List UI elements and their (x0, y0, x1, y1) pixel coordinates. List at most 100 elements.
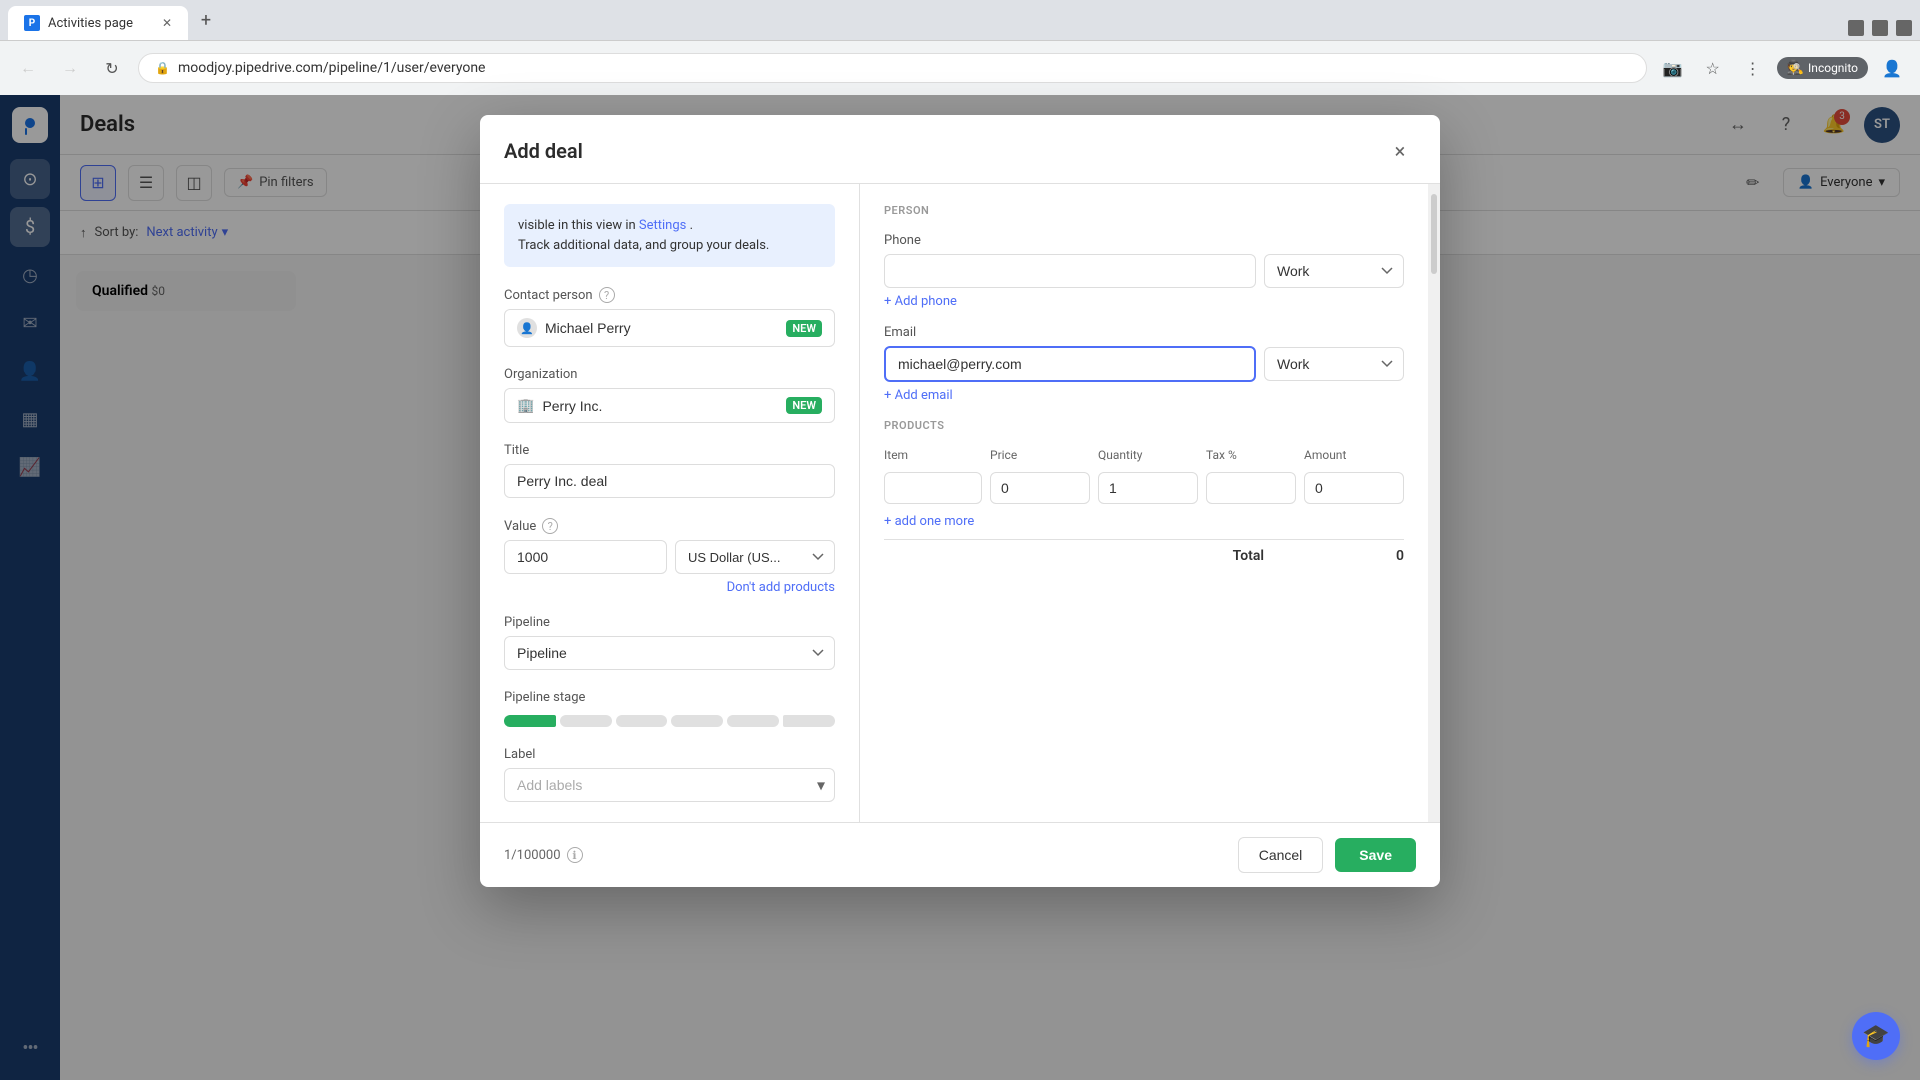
phone-row: Work (884, 254, 1404, 288)
graduation-cap-icon: 🎓 (1862, 1024, 1889, 1049)
stage-dot-6[interactable] (783, 715, 835, 727)
maximize-btn[interactable] (1872, 20, 1888, 36)
title-label: Title (504, 443, 835, 458)
url-text: moodjoy.pipedrive.com/pipeline/1/user/ev… (178, 60, 1630, 76)
value-row: US Dollar (US... (504, 540, 835, 574)
pipeline-stage-bar[interactable] (504, 715, 835, 727)
stage-dot-5[interactable] (727, 715, 779, 727)
modal-close-btn[interactable]: × (1384, 135, 1416, 167)
person-avatar-icon: 👤 (517, 318, 537, 338)
label-select[interactable]: Add labels (504, 768, 835, 802)
modal-overlay: Add deal × visible in this view in Setti… (0, 95, 1920, 1080)
stage-dot-4[interactable] (671, 715, 723, 727)
toolbar-actions: 📷 ☆ ⋮ 🕵 Incognito 👤 (1657, 52, 1908, 84)
product-quantity-input[interactable] (1098, 472, 1198, 504)
scrollbar-thumb (1431, 194, 1437, 274)
browser-menu-icon[interactable]: ⋮ (1737, 52, 1769, 84)
settings-link[interactable]: Settings (639, 218, 686, 233)
browser-tab-active[interactable]: P Activities page ✕ (8, 6, 188, 40)
modal-left-panel: visible in this view in Settings . Track… (480, 184, 860, 822)
currency-select[interactable]: US Dollar (US... (675, 540, 835, 574)
refresh-btn[interactable]: ↻ (96, 52, 128, 84)
email-group: Email Work + Add email (884, 325, 1404, 403)
email-type-select[interactable]: Work (1264, 347, 1404, 381)
total-label: Total (1233, 548, 1264, 564)
save-button[interactable]: Save (1335, 838, 1416, 872)
contact-person-input[interactable]: 👤 NEW (504, 309, 835, 347)
phone-type-select[interactable]: Work (1264, 254, 1404, 288)
col-tax: Tax % (1206, 448, 1296, 462)
contact-person-field[interactable] (545, 320, 778, 336)
product-tax-input[interactable] (1206, 472, 1296, 504)
email-input[interactable] (884, 346, 1256, 382)
address-bar[interactable]: 🔒 moodjoy.pipedrive.com/pipeline/1/user/… (138, 53, 1647, 83)
col-quantity: Quantity (1098, 448, 1198, 462)
counter-text: 1/100000 ℹ (504, 847, 583, 863)
organization-group: Organization 🏢 NEW (504, 367, 835, 423)
title-input[interactable] (504, 464, 835, 498)
profile-icon[interactable]: 👤 (1876, 52, 1908, 84)
org-new-badge: NEW (786, 397, 822, 414)
lock-icon: 🔒 (155, 61, 170, 75)
right-panel-scrollbar[interactable] (1428, 184, 1440, 822)
col-amount: Amount (1304, 448, 1404, 462)
contact-person-group: Contact person ? 👤 NEW (504, 287, 835, 347)
pipeline-select[interactable]: Pipeline (504, 636, 835, 670)
contact-help-icon[interactable]: ? (599, 287, 615, 303)
person-section-label: PERSON (884, 204, 1404, 217)
phone-input[interactable] (884, 254, 1256, 288)
modal-footer: 1/100000 ℹ Cancel Save (480, 822, 1440, 887)
stage-dot-1[interactable] (504, 715, 556, 727)
total-row: Total 0 (884, 539, 1404, 564)
phone-label: Phone (884, 233, 1404, 248)
dont-add-products-link[interactable]: Don't add products (727, 580, 835, 595)
close-window-btn[interactable] (1896, 20, 1912, 36)
star-icon[interactable]: ☆ (1697, 52, 1729, 84)
pipeline-stage-group: Pipeline stage (504, 690, 835, 727)
stage-dot-2[interactable] (560, 715, 612, 727)
add-phone-link[interactable]: + Add phone (884, 294, 1404, 309)
product-price-input[interactable] (990, 472, 1090, 504)
building-icon: 🏢 (517, 398, 534, 414)
help-fab[interactable]: 🎓 (1852, 1012, 1900, 1060)
products-section-label: PRODUCTS (884, 419, 1404, 432)
incognito-label: Incognito (1808, 61, 1858, 75)
col-price: Price (990, 448, 1090, 462)
col-item: Item (884, 448, 982, 462)
pipeline-stage-label: Pipeline stage (504, 690, 835, 705)
browser-toolbar: ← → ↻ 🔒 moodjoy.pipedrive.com/pipeline/1… (0, 40, 1920, 95)
total-value: 0 (1304, 548, 1404, 564)
product-item-input[interactable] (884, 472, 982, 504)
minimize-btn[interactable] (1848, 20, 1864, 36)
add-one-more-link[interactable]: + add one more (884, 514, 1404, 529)
value-input[interactable] (504, 540, 667, 574)
tab-favicon: P (24, 15, 40, 31)
products-section: Item Price Quantity Tax % Amount (884, 448, 1404, 564)
value-help-icon[interactable]: ? (542, 518, 558, 534)
modal-header: Add deal × (480, 115, 1440, 184)
contact-person-label: Contact person ? (504, 287, 835, 303)
contact-new-badge: NEW (786, 320, 822, 337)
new-tab-button[interactable]: + (192, 6, 220, 34)
tab-close-btn[interactable]: ✕ (162, 16, 172, 30)
phone-group: Phone Work + Add phone (884, 233, 1404, 309)
forward-btn[interactable]: → (54, 52, 86, 84)
info-text3: Track additional data, and group your de… (518, 238, 769, 253)
email-label: Email (884, 325, 1404, 340)
label-select-wrapper: Add labels ▾ (504, 768, 835, 802)
camera-icon[interactable]: 📷 (1657, 52, 1689, 84)
cancel-button[interactable]: Cancel (1238, 837, 1324, 873)
stage-dot-3[interactable] (616, 715, 668, 727)
add-email-link[interactable]: + Add email (884, 388, 1404, 403)
value-group: Value ? US Dollar (US... Don't add produ… (504, 518, 835, 595)
info-text2: . (690, 218, 693, 233)
counter-info-icon[interactable]: ℹ (567, 847, 583, 863)
organization-input[interactable]: 🏢 NEW (504, 388, 835, 423)
label-group: Label Add labels ▾ (504, 747, 835, 802)
organization-field[interactable] (542, 398, 778, 414)
label-label: Label (504, 747, 835, 762)
back-btn[interactable]: ← (12, 52, 44, 84)
tab-label: Activities page (48, 16, 133, 31)
product-amount-input[interactable] (1304, 472, 1404, 504)
modal-body: visible in this view in Settings . Track… (480, 184, 1440, 822)
